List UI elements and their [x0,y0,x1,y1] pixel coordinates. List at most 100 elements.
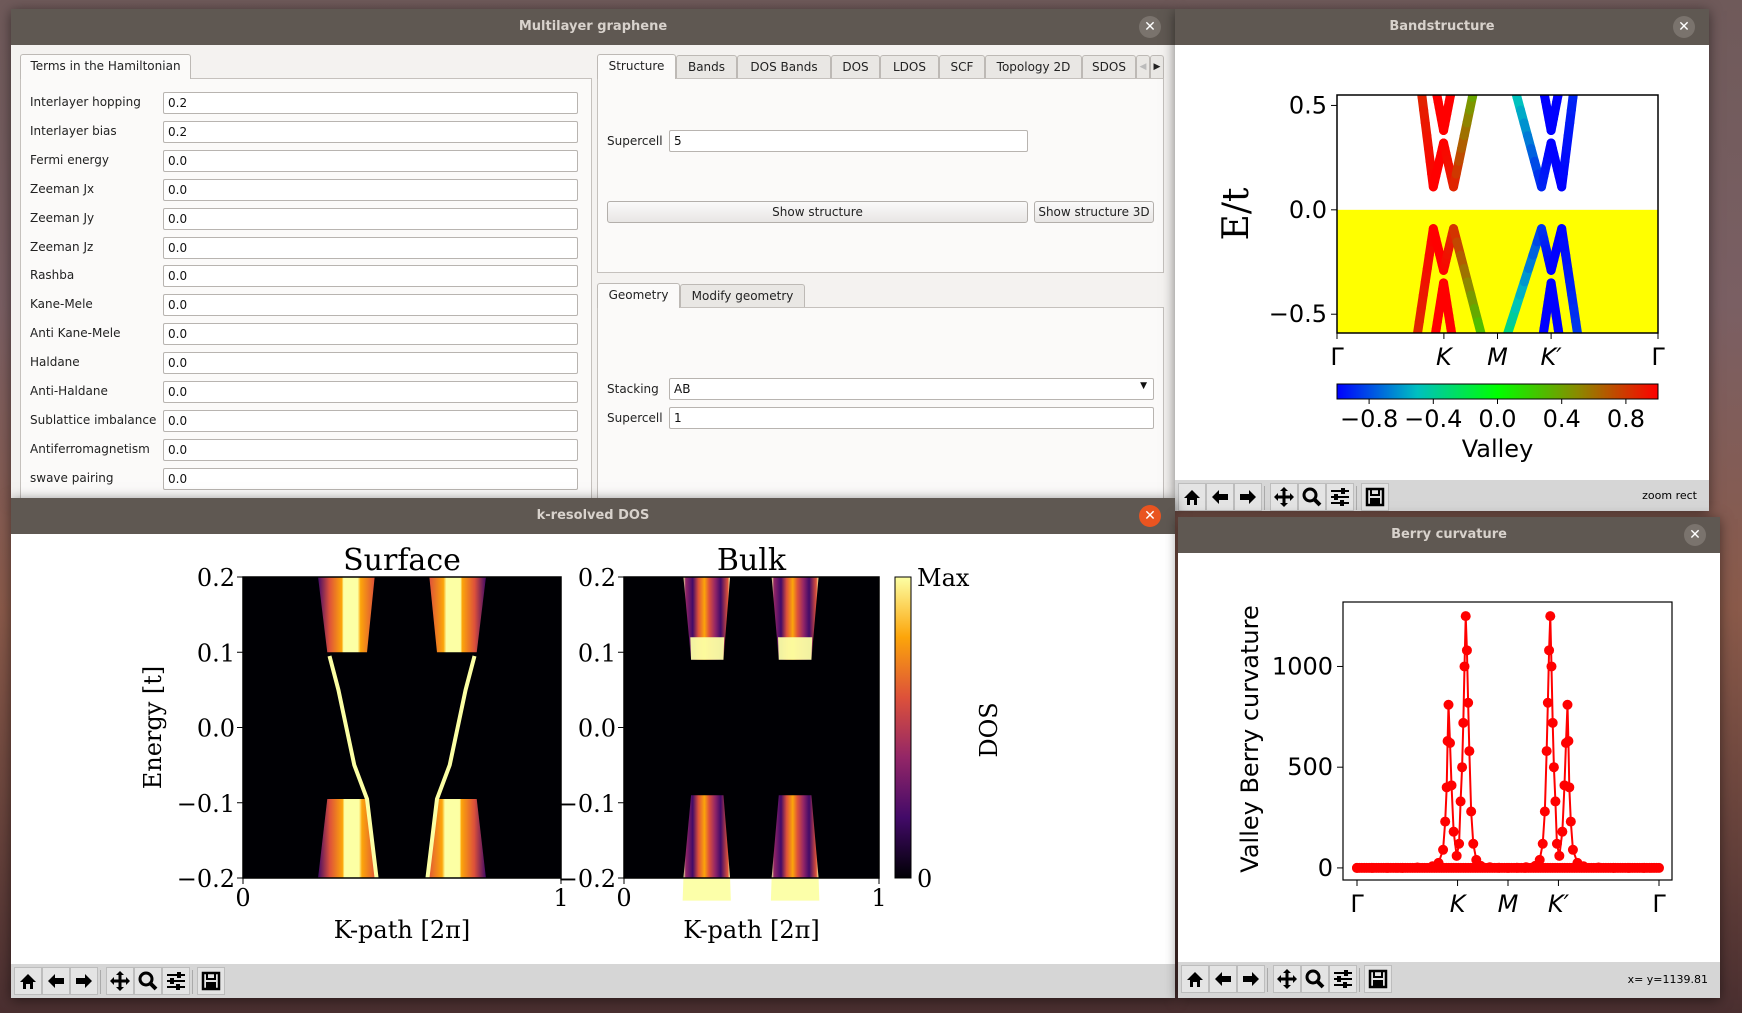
param-label: Kane-Mele [30,297,93,312]
tab-dos[interactable]: DOS [831,55,880,79]
occupied-fill [1337,209,1658,333]
pan-button[interactable] [1270,483,1298,511]
berry-point [1460,611,1471,622]
main-window-title: Multilayer graphene [11,9,1175,45]
zoom-button[interactable] [1301,965,1329,993]
back-button[interactable] [1206,483,1234,511]
x-tick-label: K [1436,343,1454,371]
berry-point [1545,611,1556,622]
save-button[interactable] [1361,483,1389,511]
param-input[interactable]: 0.2 [163,92,578,114]
toolbar-separator [1359,968,1360,992]
x-tick-label: Γ [1652,890,1666,918]
x-tick-label: 0 [616,884,631,912]
param-input[interactable]: 0.0 [163,438,578,461]
zoom-button[interactable] [134,967,162,995]
zoom-button[interactable] [1298,483,1326,511]
close-icon[interactable]: ✕ [1684,524,1706,546]
param-input[interactable]: 0.0 [163,178,578,201]
berry-point [1546,661,1557,672]
forward-icon [76,974,92,988]
tab-sdos[interactable]: SDOS [1082,55,1136,79]
tab-scf[interactable]: SCF [939,55,985,79]
configure-button[interactable] [1329,965,1357,993]
forward-button[interactable] [1237,965,1265,993]
y-tick-label: −0.5 [1269,300,1327,328]
tab-bands[interactable]: Bands [676,55,737,79]
param-label: Interlayer bias [30,123,117,138]
show-structure-3d-button[interactable]: Show structure 3D [1034,201,1154,223]
stacking-label: Stacking [607,382,659,396]
toolbar-separator [1356,486,1357,510]
continuum-region [318,577,375,653]
configure-button[interactable] [1326,483,1354,511]
close-icon[interactable]: ✕ [1139,505,1161,527]
pan-button[interactable] [1273,965,1301,993]
param-input[interactable]: 0.0 [163,409,578,432]
back-button[interactable] [1209,965,1237,993]
band-segment [1446,324,1457,333]
configure-button[interactable] [162,967,190,995]
berry-point [1544,645,1555,656]
param-input[interactable]: 0.0 [163,236,578,259]
forward-button[interactable] [1234,483,1262,511]
save-button[interactable] [1364,965,1392,993]
home-icon [1184,490,1200,505]
tab-ldos[interactable]: LDOS [880,55,939,79]
show-structure-button[interactable]: Show structure [607,201,1028,223]
colorbar-tick-label: −0.8 [1340,405,1398,433]
tab-dos-bands[interactable]: DOS Bands [737,55,831,79]
home-button[interactable] [1178,483,1206,511]
berry-chart: 0 500 1000 Γ K M K′ Γ Valley Berry curvature [1236,601,1673,918]
forward-icon [1243,972,1259,986]
plot-toolbar: x= y=1139.81 [1178,962,1720,998]
param-input[interactable]: 0.0 [163,207,578,230]
configure-icon [1331,488,1349,506]
tab-scroll-left-button[interactable]: ◀ [1136,55,1150,79]
back-button[interactable] [42,967,70,995]
band-segment [1542,85,1543,91]
y-tick-label: 0.1 [578,639,616,667]
stacking-select[interactable]: AB ▼ [669,378,1154,400]
colorbar-label: DOS [975,702,1003,757]
band-edge [682,878,731,901]
tab-geometry[interactable]: Geometry [597,283,680,308]
berry-title: Berry curvature [1178,517,1720,553]
tab-scroll-right-button[interactable]: ▶ [1150,55,1164,79]
save-button[interactable] [197,967,225,995]
berry-point [1537,838,1548,849]
param-input[interactable]: 0.0 [163,149,578,172]
y-tick-label: −0.2 [177,865,235,893]
home-icon [1187,972,1203,987]
close-icon[interactable]: ✕ [1673,16,1695,38]
toolbar-separator [100,970,101,994]
param-input[interactable]: 0.0 [163,381,578,403]
save-icon [201,971,221,991]
toolbar-separator [1264,486,1265,510]
geometry-supercell-input[interactable]: 1 [669,407,1154,429]
param-input[interactable]: 0.2 [163,120,578,143]
param-input[interactable]: 0.0 [163,294,578,317]
tab-terms-hamiltonian[interactable]: Terms in the Hamiltonian [20,54,191,79]
structure-panel [597,78,1164,273]
tab-modify-geometry[interactable]: Modify geometry [680,284,805,308]
configure-icon [1334,970,1352,988]
structure-supercell-input[interactable]: 5 [669,130,1028,152]
x-axis-label: K-path [2π] [334,916,470,944]
close-icon[interactable]: ✕ [1139,16,1161,38]
param-input[interactable]: 0.0 [163,265,578,288]
tab-topology-2d[interactable]: Topology 2D [985,55,1082,79]
berry-point [1541,746,1552,757]
pan-button[interactable] [106,967,134,995]
param-input[interactable]: 0.0 [163,467,578,490]
berry-point [1468,838,1479,849]
home-button[interactable] [1181,965,1209,993]
param-input[interactable]: 0.0 [163,323,578,346]
param-input[interactable]: 0.0 [163,352,578,375]
y-tick-label: −0.1 [177,790,235,818]
home-button[interactable] [14,967,42,995]
y-tick-label: 0.0 [578,715,616,743]
berry-point [1557,826,1568,837]
tab-structure[interactable]: Structure [597,54,676,79]
forward-button[interactable] [70,967,98,995]
